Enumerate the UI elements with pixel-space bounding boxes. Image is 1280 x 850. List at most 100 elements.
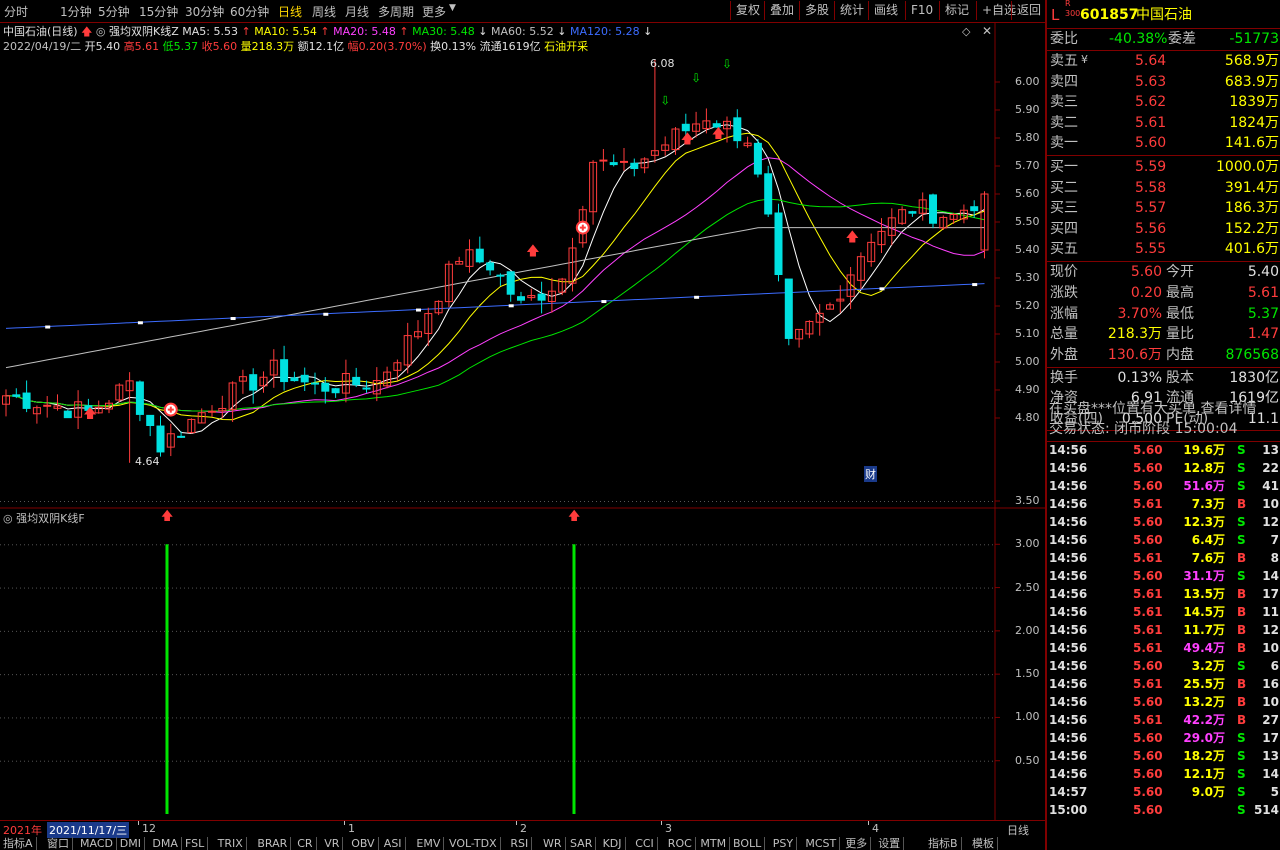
down-arrow-icon: ⇩ bbox=[722, 57, 732, 71]
period-10[interactable]: 更多 bbox=[422, 3, 446, 20]
tick-price: 5.61 bbox=[1133, 713, 1163, 727]
candle-body bbox=[12, 394, 21, 397]
tick-direction: S bbox=[1237, 785, 1246, 799]
indicator-tab-设置[interactable]: 设置 bbox=[875, 837, 905, 850]
up-arrow-icon: 🡅 bbox=[681, 132, 694, 147]
tick-direction: B bbox=[1237, 605, 1247, 619]
period-2[interactable]: 5分钟 bbox=[98, 3, 130, 20]
candle-body bbox=[630, 162, 639, 170]
indicator-tab-wr[interactable]: WR bbox=[540, 837, 566, 850]
indicator-tab-dma[interactable]: DMA bbox=[149, 837, 182, 850]
order-level-label: 买五 bbox=[1050, 241, 1078, 258]
period-0[interactable]: 分时 bbox=[4, 3, 28, 20]
order-price: 5.61 bbox=[1135, 114, 1167, 131]
sub-tick: 1.50 bbox=[1015, 667, 1040, 681]
tick-row: 14:56 5.60 6.4万 S 7 bbox=[1047, 531, 1280, 549]
stock-name[interactable]: 中国石油 bbox=[1136, 3, 1192, 27]
stat-label: 最高 bbox=[1166, 284, 1194, 301]
indicator-tab-trix[interactable]: TRIX bbox=[215, 837, 247, 850]
toolbar-button-4[interactable]: 画线 bbox=[868, 1, 903, 20]
toolbar-button-2[interactable]: 多股 bbox=[799, 1, 834, 20]
indicator-tab-fsl[interactable]: FSL bbox=[182, 837, 209, 850]
toolbar-button-8[interactable]: 返回 bbox=[1011, 1, 1046, 20]
indicator-tab-更多[interactable]: 更多 bbox=[842, 837, 872, 850]
period-3[interactable]: 15分钟 bbox=[139, 3, 178, 20]
toolbar-button-6[interactable]: 标记 bbox=[939, 1, 974, 20]
indicator-tab-模板[interactable]: 模板 bbox=[969, 837, 998, 850]
notice-row[interactable]: 在买盘***位置有大买单,查看详情 bbox=[1047, 399, 1280, 420]
sub-indicator-toggle-icon[interactable]: ◎ bbox=[3, 512, 13, 525]
tick-direction: S bbox=[1237, 731, 1246, 745]
tick-count: 514 bbox=[1253, 803, 1279, 817]
order-book-row: 买四 5.56 152.2万 bbox=[1047, 219, 1280, 240]
indicator-tab-macd[interactable]: MACD bbox=[77, 837, 117, 850]
tick-price: 5.60 bbox=[1133, 803, 1163, 817]
tick-time: 14:56 bbox=[1049, 749, 1088, 763]
chevron-down-icon[interactable]: ▼ bbox=[449, 3, 456, 13]
indicator-tab-指标a[interactable]: 指标A bbox=[0, 837, 37, 850]
indicator-tab-brar[interactable]: BRAR bbox=[254, 837, 292, 850]
indicator-tab-dmi[interactable]: DMI bbox=[117, 837, 146, 850]
sub-indicator-name[interactable]: 强均双阴K线F bbox=[16, 512, 85, 525]
ma-line-ma5 bbox=[5, 124, 985, 435]
stat-label: 涨跌 bbox=[1050, 284, 1078, 301]
period-5[interactable]: 60分钟 bbox=[230, 3, 269, 20]
stat-value: 3.70% bbox=[1117, 305, 1162, 322]
period-8[interactable]: 月线 bbox=[345, 3, 369, 20]
candle-body bbox=[321, 382, 330, 392]
candle-body bbox=[249, 374, 258, 391]
indicator-tab-sar[interactable]: SAR bbox=[567, 837, 597, 850]
indicator-tab-asi[interactable]: ASI bbox=[381, 837, 406, 850]
toolbar-button-3[interactable]: 统计 bbox=[834, 1, 869, 20]
indicator-tab-窗口[interactable]: 窗口 bbox=[44, 837, 73, 850]
tick-volume: 13.2万 bbox=[1183, 695, 1225, 709]
sub-pane-title: ◎ 强均双阴K线F bbox=[3, 510, 85, 526]
indicator-tab-obv[interactable]: OBV bbox=[348, 837, 379, 850]
toolbar-button-0[interactable]: 复权 bbox=[730, 1, 765, 20]
fundamental-row: 换手 0.13% 股本 1830亿 bbox=[1047, 368, 1280, 389]
toolbar-button-1[interactable]: 叠加 bbox=[764, 1, 799, 20]
weibi-row: 委比 -40.38% 委差 -51773 bbox=[1047, 29, 1280, 50]
indicator-tab-指标b[interactable]: 指标B bbox=[925, 837, 962, 850]
period-4[interactable]: 30分钟 bbox=[185, 3, 224, 20]
large-order-notice[interactable]: 在买盘***位置有大买单,查看详情 bbox=[1049, 399, 1256, 420]
tick-direction: B bbox=[1237, 641, 1247, 655]
indicator-tab-cr[interactable]: CR bbox=[294, 837, 317, 850]
tick-row: 14:56 5.60 13.2万 B 10 bbox=[1047, 693, 1280, 711]
period-1[interactable]: 1分钟 bbox=[60, 3, 92, 20]
quote-header: L R 300 601857 中国石油 bbox=[1047, 0, 1280, 27]
tick-direction: B bbox=[1237, 695, 1247, 709]
indicator-tab-roc[interactable]: ROC bbox=[665, 837, 696, 850]
candle-body bbox=[609, 162, 618, 166]
order-level-label: 卖五 bbox=[1050, 53, 1078, 69]
stock-code[interactable]: 601857 bbox=[1080, 3, 1138, 27]
tick-count: 12 bbox=[1262, 623, 1279, 637]
tick-row: 14:57 5.60 9.0万 S 5 bbox=[1047, 783, 1280, 801]
candle-body bbox=[135, 381, 144, 415]
period-9[interactable]: 多周期 bbox=[378, 3, 414, 20]
tick-volume: 19.6万 bbox=[1183, 443, 1225, 457]
tick-count: 41 bbox=[1262, 479, 1279, 493]
indicator-tab-cci[interactable]: CCI bbox=[632, 837, 658, 850]
indicator-tab-mcst[interactable]: MCST bbox=[802, 837, 841, 850]
stat-row: 涨幅 3.70% 最低 5.37 bbox=[1047, 304, 1280, 325]
indicator-tab-vr[interactable]: VR bbox=[321, 837, 344, 850]
signal-bar bbox=[165, 544, 169, 814]
indicator-tab-mtm[interactable]: MTM bbox=[697, 837, 731, 850]
period-7[interactable]: 周线 bbox=[312, 3, 336, 20]
tick-price: 5.61 bbox=[1133, 677, 1163, 691]
indicator-tab-vol-tdx[interactable]: VOL-TDX bbox=[446, 837, 501, 850]
stat-value: 0.20 bbox=[1130, 284, 1162, 301]
tick-count: 16 bbox=[1262, 677, 1279, 691]
indicator-tab-psy[interactable]: PSY bbox=[770, 837, 798, 850]
chart-area[interactable]: 🡅🡅🡅 🡅🡅⇩⇩⇩ 🡅 🡅 bbox=[0, 22, 1045, 820]
tick-row: 14:56 5.60 31.1万 S 14 bbox=[1047, 567, 1280, 585]
financial-report-badge[interactable]: 财 bbox=[864, 466, 877, 482]
period-6[interactable]: 日线 bbox=[278, 3, 302, 20]
tick-direction: B bbox=[1237, 677, 1247, 691]
indicator-tab-kdj[interactable]: KDJ bbox=[600, 837, 626, 850]
toolbar-button-5[interactable]: F10 bbox=[905, 1, 938, 20]
indicator-tab-boll[interactable]: BOLL bbox=[730, 837, 766, 850]
indicator-tab-rsi[interactable]: RSI bbox=[507, 837, 533, 850]
indicator-tab-emv[interactable]: EMV bbox=[413, 837, 445, 850]
